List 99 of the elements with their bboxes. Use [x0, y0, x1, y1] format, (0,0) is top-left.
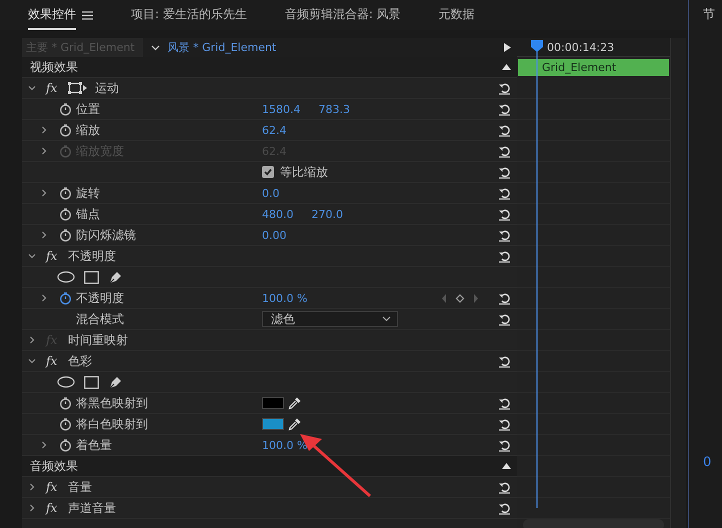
- collapse-triangle-icon[interactable]: [502, 463, 511, 469]
- effect-name: 时间重映射: [68, 332, 128, 348]
- fx-toggle[interactable]: fx: [46, 480, 64, 494]
- fx-toggle[interactable]: fx: [46, 249, 64, 263]
- property-name: 位置: [76, 100, 101, 118]
- property-value[interactable]: 62.4: [262, 124, 286, 136]
- collapsed-chevron-icon[interactable]: [28, 504, 36, 512]
- property-name: 着色量: [76, 436, 113, 454]
- timecode: 00:00:14:23: [547, 40, 614, 54]
- property-value[interactable]: 1580.4: [262, 102, 300, 116]
- reset-icon[interactable]: [498, 438, 511, 452]
- fx-toggle[interactable]: fx: [46, 81, 64, 95]
- stopwatch-icon[interactable]: [58, 438, 72, 452]
- reset-icon[interactable]: [498, 292, 511, 304]
- reset-icon[interactable]: [498, 186, 511, 200]
- sequence-clip-label[interactable]: 风景 * Grid_Element: [168, 40, 276, 55]
- ellipse-mask-icon[interactable]: [57, 271, 75, 283]
- property-value[interactable]: 480.0: [262, 208, 294, 220]
- collapse-triangle-icon[interactable]: [502, 64, 511, 70]
- property-value[interactable]: 100.0 %: [262, 438, 308, 452]
- pen-icon[interactable]: [108, 374, 123, 390]
- stopwatch-icon[interactable]: [58, 418, 72, 430]
- eyedropper-icon[interactable]: [288, 396, 302, 410]
- reset-icon[interactable]: [498, 124, 511, 136]
- reset-icon[interactable]: [498, 228, 511, 242]
- vertical-scrollbar[interactable]: [670, 38, 686, 528]
- property-name: 旋转: [76, 184, 101, 202]
- rectangle-mask-icon[interactable]: [84, 270, 99, 284]
- effect-name: 音量: [68, 478, 92, 496]
- property-name: 不透明度: [76, 290, 125, 306]
- rectangle-mask-icon[interactable]: [84, 376, 99, 388]
- property-name: 缩放: [76, 122, 101, 138]
- reset-icon[interactable]: [498, 166, 511, 178]
- effect-name: 声道音量: [68, 500, 116, 516]
- property-value[interactable]: 0.00: [262, 228, 286, 242]
- effect-name: 色彩: [68, 352, 92, 370]
- stopwatch-icon[interactable]: [58, 186, 72, 200]
- stopwatch-icon[interactable]: [58, 396, 72, 410]
- property-name: 混合模式: [76, 310, 125, 328]
- keyframe-navigator-icon[interactable]: [442, 294, 478, 302]
- reset-icon[interactable]: [498, 208, 511, 220]
- reset-icon[interactable]: [498, 250, 511, 262]
- property-value[interactable]: 0.0: [262, 186, 280, 200]
- property-name: 将白色映射到: [76, 416, 149, 432]
- reset-icon[interactable]: [498, 102, 511, 116]
- property-name: 防闪烁滤镜: [76, 226, 137, 244]
- reset-icon[interactable]: [498, 354, 511, 368]
- reset-icon[interactable]: [498, 396, 511, 410]
- ellipse-mask-icon[interactable]: [57, 376, 75, 388]
- clip-name: Grid_Element: [542, 61, 616, 74]
- property-value[interactable]: 100.0 %: [262, 292, 308, 304]
- checkbox-label: 等比缩放: [280, 164, 328, 180]
- collapsed-chevron-icon[interactable]: [28, 483, 36, 491]
- collapsed-chevron-icon[interactable]: [28, 336, 36, 344]
- eyedropper-icon[interactable]: [288, 417, 302, 431]
- transform-icon[interactable]: [68, 82, 88, 94]
- effect-name: 运动: [95, 80, 119, 96]
- panel-tab[interactable]: 元数据: [438, 0, 475, 30]
- effect-name: 不透明度: [68, 248, 116, 264]
- property-name: 锚点: [76, 206, 101, 222]
- pen-icon[interactable]: [108, 270, 123, 284]
- stopwatch-icon[interactable]: [58, 228, 72, 242]
- play-icon[interactable]: [504, 43, 511, 52]
- collapsed-chevron-icon[interactable]: [40, 294, 48, 302]
- panel-tab[interactable]: 节: [703, 6, 722, 23]
- collapsed-chevron-icon[interactable]: [40, 441, 48, 449]
- caret-icon: [382, 316, 391, 322]
- reset-icon[interactable]: [498, 502, 511, 514]
- expanded-chevron-icon[interactable]: [28, 357, 36, 365]
- collapsed-chevron-icon[interactable]: [40, 231, 48, 239]
- fx-toggle[interactable]: fx: [46, 354, 64, 368]
- expanded-chevron-icon[interactable]: [28, 84, 36, 92]
- reset-icon[interactable]: [498, 82, 511, 94]
- stopwatch-icon[interactable]: [58, 292, 72, 304]
- stopwatch-icon[interactable]: [58, 124, 72, 136]
- menu-icon[interactable]: [82, 10, 93, 20]
- chevron-down-icon[interactable]: [150, 44, 160, 50]
- color-swatch[interactable]: [262, 397, 284, 409]
- section-heading: 音频效果: [30, 458, 78, 474]
- reset-icon[interactable]: [498, 480, 511, 494]
- expanded-chevron-icon[interactable]: [28, 252, 36, 260]
- panel-tab[interactable]: 音频剪辑混合器: 风景: [284, 0, 401, 30]
- section-heading: 视频效果: [30, 58, 78, 76]
- collapsed-chevron-icon[interactable]: [40, 126, 48, 134]
- property-value[interactable]: 270.0: [312, 208, 343, 220]
- stopwatch-icon[interactable]: [58, 102, 72, 116]
- color-swatch[interactable]: [262, 418, 284, 430]
- reset-icon[interactable]: [498, 418, 511, 430]
- playhead[interactable]: [530, 38, 544, 508]
- property-value[interactable]: 783.3: [318, 102, 350, 116]
- fx-toggle[interactable]: fx: [46, 501, 64, 515]
- stopwatch-icon[interactable]: [58, 208, 72, 220]
- collapsed-chevron-icon[interactable]: [40, 189, 48, 197]
- panel-tab[interactable]: 项目: 爱生活的乐先生: [131, 0, 247, 30]
- blend-mode-dropdown[interactable]: 滤色: [262, 311, 398, 327]
- timecode: 0: [703, 455, 712, 470]
- checkbox[interactable]: [262, 166, 274, 178]
- reset-icon[interactable]: [498, 312, 511, 326]
- property-name: 将黑色映射到: [76, 394, 149, 412]
